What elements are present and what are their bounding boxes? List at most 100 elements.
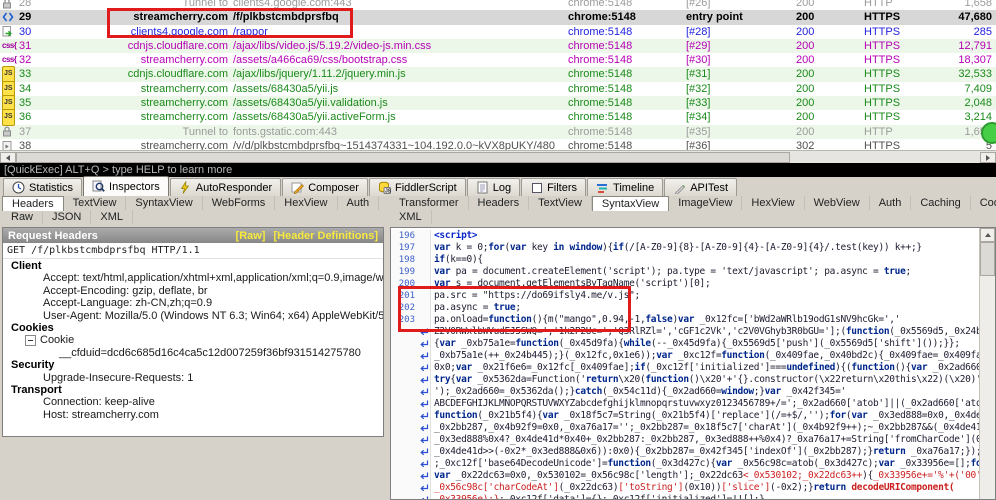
response-tab-textview[interactable]: TextView [529, 196, 592, 210]
header-item[interactable]: __cfduid=dcd6c685d16c4ca5c12d007259f36bf… [3, 347, 383, 359]
response-tab-hexview[interactable]: HexView [742, 196, 804, 210]
main-tab-filters[interactable]: Filters [521, 178, 586, 196]
fiddlerscript-js-icon: JS [378, 181, 391, 194]
main-tab-fiddlerscript[interactable]: JS FiddlerScript [369, 178, 466, 196]
line-number: 200 [391, 278, 417, 290]
request-tab-raw[interactable]: Raw [2, 210, 43, 224]
log-page-icon [476, 181, 489, 194]
session-process: chrome:5148 [568, 82, 686, 96]
session-row[interactable]: JS36streamcherry.com/assets/68430a5/yii.… [0, 110, 996, 124]
session-comment: [#28] [686, 25, 796, 39]
session-row[interactable]: css{31cdnjs.cloudflare.com/ajax/libs/vid… [0, 39, 996, 53]
header-item[interactable]: Accept-Encoding: gzip, deflate, br [3, 285, 383, 297]
code-gutter [391, 470, 417, 482]
session-row[interactable]: 29streamcherry.com/f/plkbstcmbdprsfbqchr… [0, 10, 996, 24]
hscroll-right-arrow-icon[interactable] [980, 152, 996, 163]
request-tab-auth[interactable]: Auth [338, 196, 380, 210]
header-section-security[interactable]: Security [3, 359, 383, 371]
raw-link[interactable]: [Raw] [236, 230, 266, 242]
header-item-text: Accept-Encoding: gzip, deflate, br [43, 285, 207, 297]
header-section-cookies[interactable]: Cookies [3, 322, 383, 334]
redirect-page-icon [2, 26, 17, 37]
header-definitions-link[interactable]: [Header Definitions] [273, 230, 378, 242]
response-tab-webview[interactable]: WebView [805, 196, 870, 210]
main-tab-inspectors[interactable]: Inspectors [83, 176, 169, 196]
header-item-text: User-Agent: Mozilla/5.0 (Windows NT 6.3;… [43, 310, 383, 322]
main-tab-apitest[interactable]: APITest [664, 178, 737, 196]
session-number: 38 [19, 139, 31, 150]
response-tab-transformer[interactable]: Transformer [390, 196, 469, 210]
session-number: 37 [19, 125, 31, 139]
session-row[interactable]: 37Tunnel tofonts.gstatic.com:443chrome:5… [0, 125, 996, 139]
response-tab-cookies[interactable]: Cookies [971, 196, 996, 210]
header-item[interactable]: User-Agent: Mozilla/5.0 (Windows NT 6.3;… [3, 310, 383, 322]
code-text: function(_0x21b5f4){var _0x18f5c7=String… [431, 410, 980, 422]
header-item[interactable]: Accept-Language: zh-CN,zh;q=0.9 [3, 297, 383, 309]
session-row[interactable]: JS34streamcherry.com/assets/68430a5/yii.… [0, 82, 996, 96]
response-tab-imageview[interactable]: ImageView [669, 196, 742, 210]
session-protocol: HTTPS [864, 53, 936, 67]
session-list-hscrollbar[interactable] [0, 150, 996, 163]
session-url: fonts.gstatic.com:443 [228, 125, 568, 139]
hscroll-thumb[interactable] [16, 152, 790, 163]
header-item-text: Connection: keep-alive [43, 396, 155, 408]
header-item[interactable]: Accept: text/html,application/xhtml+xml,… [3, 272, 383, 284]
request-line[interactable]: GET /f/plkbstcmbdprsfbq HTTP/1.1 [3, 243, 383, 259]
session-row[interactable]: css{32streamcherry.com/assets/a466ca69/c… [0, 53, 996, 67]
session-host: streamcherry.com [50, 139, 228, 150]
response-tab-caching[interactable]: Caching [911, 196, 970, 210]
vscroll-thumb[interactable] [980, 242, 995, 276]
session-id-cell: JS36 [0, 109, 50, 125]
session-row[interactable]: 38streamcherry.com/v/d/plkbstcmbdprsfbq~… [0, 139, 996, 150]
response-inspector-panel: TransformerHeadersTextViewSyntaxViewImag… [388, 196, 996, 500]
session-row[interactable]: 28Tunnel toclients4.google.com:443chrome… [0, 0, 996, 10]
main-tab-timeline[interactable]: Timeline [587, 178, 663, 196]
header-item[interactable]: Connection: keep-alive [3, 396, 383, 408]
hscroll-left-arrow-icon[interactable] [0, 152, 16, 163]
header-section-transport[interactable]: Transport [3, 384, 383, 396]
quickexec-bar[interactable]: [QuickExec] ALT+Q > type HELP to learn m… [0, 163, 996, 177]
response-tab-xml[interactable]: XML [390, 210, 432, 224]
request-tab-hexview[interactable]: HexView [275, 196, 337, 210]
code-vscrollbar[interactable] [979, 228, 995, 499]
header-item[interactable]: Cookie [3, 334, 383, 346]
session-row[interactable]: JS33cdnjs.cloudflare.com/ajax/libs/jquer… [0, 67, 996, 81]
header-section-client[interactable]: Client [3, 260, 383, 272]
code-line: 202pa.async = true; [391, 302, 980, 314]
session-id-cell: 37 [0, 125, 50, 139]
wrap-marker-icon [417, 470, 431, 482]
session-number: 28 [19, 0, 31, 10]
code-gutter [391, 374, 417, 386]
main-tab-label: FiddlerScript [395, 182, 457, 194]
main-tab-autoresponder[interactable]: AutoResponder [170, 178, 281, 196]
response-tab-auth[interactable]: Auth [870, 196, 912, 210]
session-number: 29 [19, 10, 31, 24]
session-row[interactable]: 30clients4.google.com/rapporchrome:5148[… [0, 25, 996, 39]
code-line-wrapped: _0x33956e);};_0xc12f['data']={};_0xc12f[… [391, 494, 980, 500]
code-gutter [417, 242, 431, 254]
header-item-text: Host: streamcherry.com [43, 409, 159, 421]
vscroll-up-arrow-icon[interactable] [980, 228, 995, 242]
request-tab-textview[interactable]: TextView [64, 196, 127, 210]
session-row[interactable]: JS35streamcherry.com/assets/68430a5/yii.… [0, 96, 996, 110]
request-tab-syntaxview[interactable]: SyntaxView [126, 196, 202, 210]
header-item[interactable]: Upgrade-Insecure-Requests: 1 [3, 372, 383, 384]
main-tab-log[interactable]: Log [467, 178, 520, 196]
request-tab-headers[interactable]: Headers [2, 196, 64, 211]
response-tab-headers[interactable]: Headers [469, 196, 530, 210]
code-line-wrapped: _0x56c98c['charCodeAt'](_0x22dc63)['toSt… [391, 482, 980, 494]
main-tab-composer[interactable]: Composer [282, 178, 368, 196]
session-body-size: 1,658 [936, 0, 996, 10]
response-tab-syntaxview[interactable]: SyntaxView [592, 196, 669, 211]
request-tab-xml[interactable]: XML [91, 210, 133, 224]
main-tab-statistics[interactable]: Statistics [3, 178, 82, 196]
session-protocol: HTTPS [864, 82, 936, 96]
header-item-text: __cfduid=dcd6c685d16c4ca5c12d007259f36bf… [59, 347, 361, 359]
header-item[interactable]: Host: streamcherry.com [3, 409, 383, 421]
code-text: var _0x22dc63=0x0,_0x530102=_0x56c98c['l… [431, 470, 980, 482]
collapse-expander-icon[interactable] [25, 335, 36, 346]
request-tab-json[interactable]: JSON [43, 210, 91, 224]
request-tab-webforms[interactable]: WebForms [203, 196, 276, 210]
tunnel-lock-icon [2, 0, 17, 9]
line-number: 197 [391, 242, 417, 254]
